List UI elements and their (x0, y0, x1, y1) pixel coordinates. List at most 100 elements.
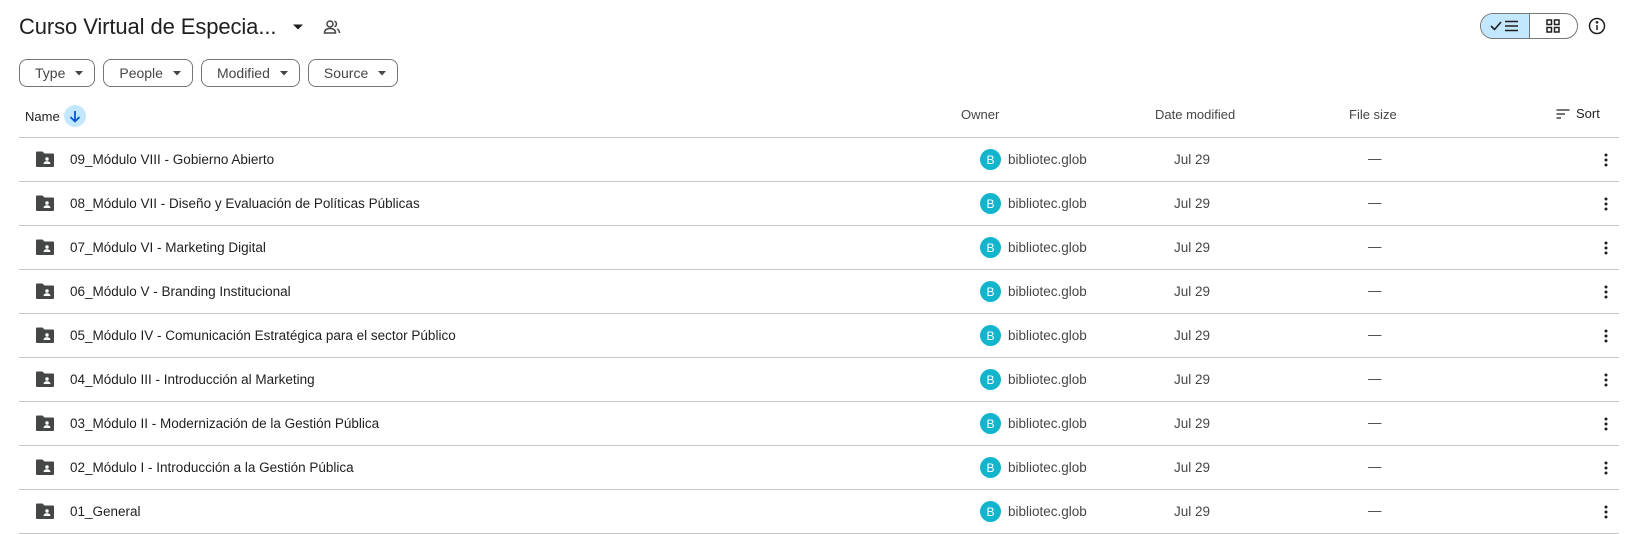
owner-name: bibliotec.glob (1008, 152, 1087, 167)
list-view-button[interactable] (1481, 14, 1530, 38)
shared-folder-icon (35, 458, 55, 476)
sort-label: Sort (1576, 106, 1600, 121)
owner-name: bibliotec.glob (1008, 328, 1087, 343)
file-name[interactable]: 05_Módulo IV - Comunicación Estratégica … (70, 328, 456, 343)
sort-icon (1556, 108, 1570, 119)
caret-down-icon (172, 70, 181, 76)
shared-folder-icon (35, 326, 55, 344)
table-row[interactable]: 07_Módulo VI - Marketing Digital Bbibliot… (19, 226, 1619, 270)
date-modified: Jul 29 (1174, 196, 1211, 211)
table-row[interactable]: 05_Módulo IV - Comunicación Estratégica … (19, 314, 1619, 358)
shared-folder-icon (35, 194, 55, 212)
table-row[interactable]: 03_Módulo II - Modernización de la Gesti… (19, 402, 1619, 446)
chip-label: Type (35, 65, 66, 81)
file-size: — (1368, 151, 1382, 166)
file-name[interactable]: 04_Módulo III - Introducción al Marketin… (70, 372, 315, 387)
more-actions-icon[interactable] (1595, 413, 1617, 435)
date-modified: Jul 29 (1174, 284, 1211, 299)
caret-down-icon (279, 70, 288, 76)
name-column-header[interactable]: Name (25, 105, 86, 127)
table-row[interactable]: 09_Módulo VIII - Gobierno Abierto Bbiblio… (19, 138, 1619, 182)
caret-down-icon (378, 70, 387, 76)
table-row[interactable]: 04_Módulo III - Introducción al Marketin… (19, 358, 1619, 402)
source-filter-chip[interactable]: Source (307, 59, 399, 87)
caret-down-icon (75, 70, 84, 76)
owner-name: bibliotec.glob (1008, 504, 1087, 519)
info-icon[interactable] (1586, 15, 1608, 37)
table-row[interactable]: 02_Módulo I - Introducción a la Gestión … (19, 446, 1619, 490)
shared-folder-icon (35, 414, 55, 432)
file-name[interactable]: 02_Módulo I - Introducción a la Gestión … (70, 460, 354, 475)
file-name[interactable]: 07_Módulo VI - Marketing Digital (70, 240, 266, 255)
sort-button[interactable]: Sort (1556, 106, 1600, 121)
owner-avatar: B (980, 457, 1001, 478)
file-name[interactable]: 06_Módulo V - Branding Institucional (70, 284, 291, 299)
shared-folder-icon (35, 370, 55, 388)
owner-avatar: B (980, 149, 1001, 170)
more-actions-icon[interactable] (1595, 193, 1617, 215)
owner-avatar: B (980, 281, 1001, 302)
file-name[interactable]: 01_General (70, 504, 141, 519)
filter-bar: Type People Modified Source (19, 59, 399, 87)
shared-folder-icon (35, 502, 55, 520)
folder-title[interactable]: Curso Virtual de Especia... (19, 14, 276, 40)
more-actions-icon[interactable] (1595, 457, 1617, 479)
file-size: — (1368, 327, 1382, 342)
owner-name: bibliotec.glob (1008, 284, 1087, 299)
chip-label: Source (323, 65, 369, 81)
view-toggle (1480, 13, 1578, 39)
date-modified: Jul 29 (1174, 152, 1211, 167)
check-list-icon (1490, 19, 1520, 33)
caret-down-icon[interactable] (286, 15, 310, 39)
shared-folder-icon (35, 238, 55, 256)
owner-name: bibliotec.glob (1008, 196, 1087, 211)
owner-avatar: B (980, 325, 1001, 346)
file-size-column-header[interactable]: File size (1349, 107, 1397, 122)
more-actions-icon[interactable] (1595, 281, 1617, 303)
file-size: — (1368, 371, 1382, 386)
chip-label: People (119, 65, 163, 81)
more-actions-icon[interactable] (1595, 501, 1617, 523)
date-modified: Jul 29 (1174, 240, 1211, 255)
name-header-label: Name (25, 108, 60, 124)
type-filter-chip[interactable]: Type (19, 59, 96, 87)
file-size: — (1368, 459, 1382, 474)
owner-name: bibliotec.glob (1008, 460, 1087, 475)
more-actions-icon[interactable] (1595, 369, 1617, 391)
arrow-down-icon[interactable] (63, 105, 86, 127)
owner-avatar: B (980, 369, 1001, 390)
owner-avatar: B (980, 501, 1001, 522)
owner-name: bibliotec.glob (1008, 416, 1087, 431)
grid-view-button[interactable] (1530, 14, 1578, 38)
more-actions-icon[interactable] (1595, 325, 1617, 347)
table-row[interactable]: 01_General Bbibliotec.glob Jul 29 — (19, 490, 1619, 534)
more-actions-icon[interactable] (1595, 149, 1617, 171)
folder-header: Curso Virtual de Especia... (19, 10, 344, 44)
owner-name: bibliotec.glob (1008, 372, 1087, 387)
date-modified: Jul 29 (1174, 416, 1211, 431)
owner-avatar: B (980, 193, 1001, 214)
file-name[interactable]: 08_Módulo VII - Diseño y Evaluación de P… (70, 196, 420, 211)
date-modified: Jul 29 (1174, 372, 1211, 387)
table-row[interactable]: 06_Módulo V - Branding Institucional Bbib… (19, 270, 1619, 314)
shared-folder-icon (35, 150, 55, 168)
file-size: — (1368, 195, 1382, 210)
date-modified-column-header[interactable]: Date modified (1155, 107, 1235, 122)
file-name[interactable]: 09_Módulo VIII - Gobierno Abierto (70, 152, 274, 167)
owner-name: bibliotec.glob (1008, 240, 1087, 255)
file-name[interactable]: 03_Módulo II - Modernización de la Gesti… (70, 416, 379, 431)
file-size: — (1368, 239, 1382, 254)
shared-folder-icon (35, 282, 55, 300)
more-actions-icon[interactable] (1595, 237, 1617, 259)
file-list: 09_Módulo VIII - Gobierno Abierto Bbiblio… (19, 138, 1619, 534)
people-icon (320, 15, 344, 39)
modified-filter-chip[interactable]: Modified (200, 59, 300, 87)
file-size: — (1368, 415, 1382, 430)
owner-column-header[interactable]: Owner (961, 107, 999, 122)
people-filter-chip[interactable]: People (103, 59, 193, 87)
table-row[interactable]: 08_Módulo VII - Diseño y Evaluación de P… (19, 182, 1619, 226)
grid-icon (1546, 19, 1560, 33)
chip-label: Modified (216, 65, 270, 81)
owner-avatar: B (980, 237, 1001, 258)
file-size: — (1368, 283, 1382, 298)
